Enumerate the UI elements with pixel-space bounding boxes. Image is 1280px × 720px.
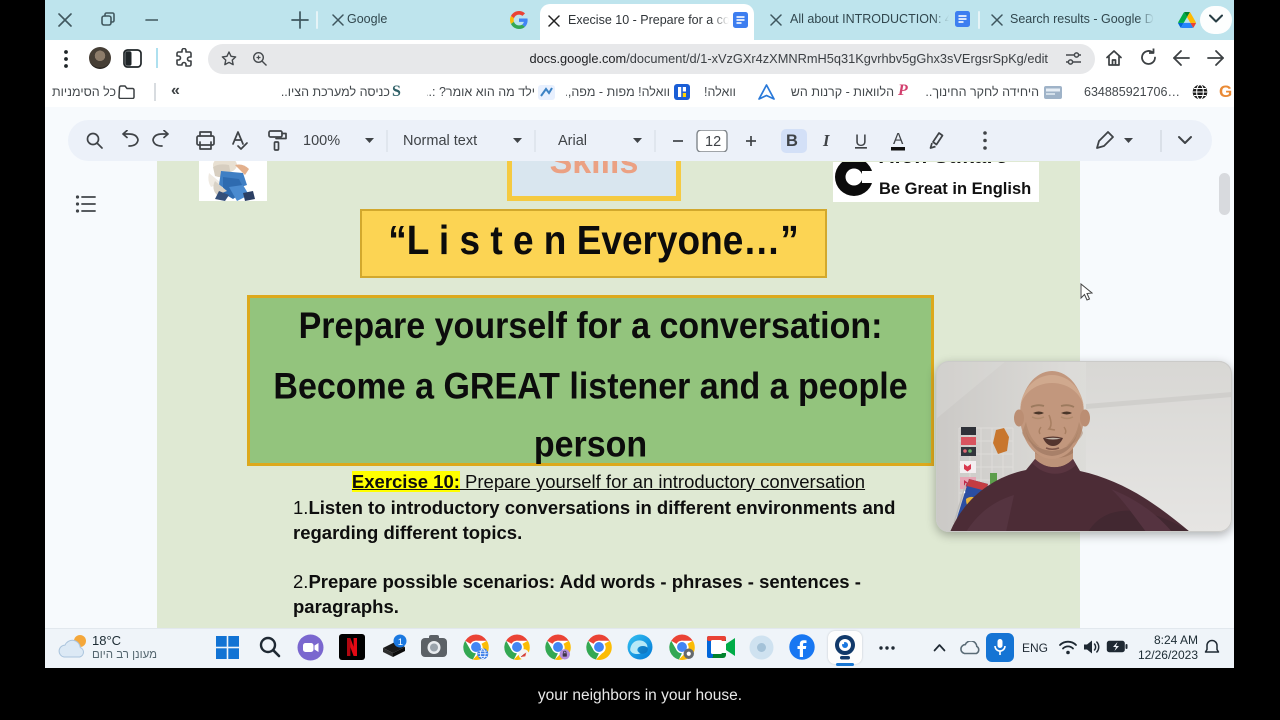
svg-text:B: B [786, 132, 798, 150]
svg-text:U: U [855, 132, 867, 150]
svg-text:Normal text: Normal text [403, 133, 477, 149]
svg-text:1: 1 [398, 637, 403, 648]
svg-text:I: I [822, 131, 830, 150]
svg-text:100%: 100% [303, 133, 340, 149]
svg-text:12: 12 [705, 134, 721, 150]
svg-text:A: A [893, 131, 904, 148]
svg-text:Arial: Arial [558, 133, 587, 149]
